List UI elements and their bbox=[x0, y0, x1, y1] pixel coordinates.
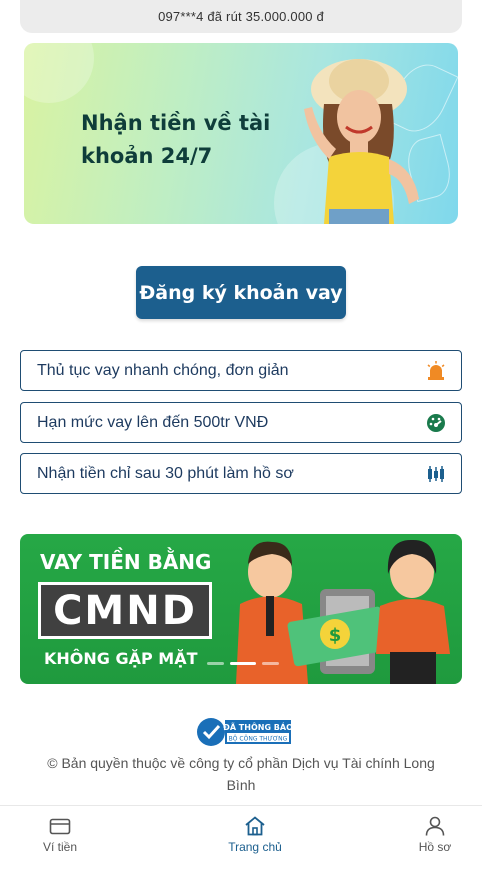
feature-label: Thủ tục vay nhanh chóng, đơn giản bbox=[37, 361, 289, 379]
promo-line1: VAY TIỀN BẰNG bbox=[40, 550, 212, 574]
copyright-text: © Bản quyền thuộc về công ty cổ phần Dịc… bbox=[47, 755, 435, 793]
register-loan-button[interactable]: Đăng ký khoản vay bbox=[136, 266, 346, 319]
wallet-icon bbox=[49, 818, 71, 835]
ministry-registered-badge[interactable]: ĐÃ THÔNG BÁO BỘ CÔNG THƯƠNG bbox=[195, 716, 291, 748]
tab-home[interactable]: Trang chủ bbox=[210, 816, 300, 854]
svg-text:$: $ bbox=[329, 625, 342, 646]
promo-line3: KHÔNG GẶP MẶT bbox=[44, 649, 198, 668]
woman-illustration bbox=[304, 59, 419, 224]
svg-text:BỘ CÔNG THƯƠNG: BỘ CÔNG THƯƠNG bbox=[229, 736, 288, 743]
promo-line2: CMND bbox=[38, 582, 212, 639]
ticker-text: 097***4 đã rút 35.000.000 đ bbox=[158, 9, 324, 24]
user-icon bbox=[425, 816, 445, 836]
carousel-dot[interactable] bbox=[207, 662, 224, 665]
svg-text:ĐÃ THÔNG BÁO: ĐÃ THÔNG BÁO bbox=[223, 721, 291, 732]
hero-banner[interactable]: Nhận tiền về tài khoản 24/7 bbox=[24, 43, 458, 224]
feature-item-fast-payout[interactable]: Nhận tiền chỉ sau 30 phút làm hồ sơ bbox=[20, 453, 462, 494]
carousel-dot-active[interactable] bbox=[230, 662, 256, 665]
withdrawal-ticker: 097***4 đã rút 35.000.000 đ bbox=[20, 0, 462, 33]
carousel-dots[interactable] bbox=[207, 662, 279, 665]
tab-wallet[interactable]: Ví tiền bbox=[15, 816, 105, 854]
home-icon bbox=[245, 816, 265, 836]
decor-circle bbox=[24, 43, 94, 103]
bottom-tab-bar: Ví tiền Trang chủ Hồ sơ bbox=[0, 805, 482, 876]
candlestick-icon bbox=[425, 463, 447, 485]
tab-label: Hồ sơ bbox=[418, 840, 452, 854]
tab-label: Ví tiền bbox=[42, 840, 78, 854]
siren-icon bbox=[425, 360, 447, 382]
speedometer-icon bbox=[425, 412, 447, 434]
promo-banner-carousel[interactable]: VAY TIỀN BẰNG CMND KHÔNG GẶP MẶT $ bbox=[20, 534, 462, 684]
feature-label: Hạn mức vay lên đến 500tr VNĐ bbox=[37, 413, 269, 431]
feature-label: Nhận tiền chỉ sau 30 phút làm hồ sơ bbox=[37, 464, 294, 482]
tab-profile[interactable]: Hồ sơ bbox=[390, 816, 480, 854]
feature-item-loan-limit[interactable]: Hạn mức vay lên đến 500tr VNĐ bbox=[20, 402, 462, 443]
tab-label: Trang chủ bbox=[228, 840, 282, 854]
feature-item-fast-procedure[interactable]: Thủ tục vay nhanh chóng, đơn giản bbox=[20, 350, 462, 391]
hero-headline: Nhận tiền về tài khoản 24/7 bbox=[81, 111, 271, 168]
carousel-dot[interactable] bbox=[262, 662, 279, 665]
